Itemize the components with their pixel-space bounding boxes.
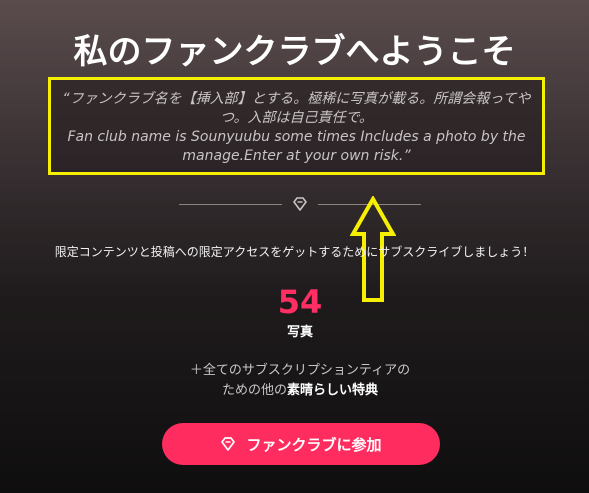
description-line: つ。入部は自己責任で。 [220,110,373,126]
join-fan-club-button[interactable]: ファンクラブに参加 [162,423,440,465]
join-button-label: ファンクラブに参加 [246,435,382,454]
description-line: Fan club name is Sounyuubu some times In… [67,129,526,145]
page-title: 私のファンクラブへようこそ [73,32,516,72]
perks-line: ための他の素晴らしい特典 [0,379,589,398]
divider-left [179,204,282,205]
photo-count: 54 [277,283,323,321]
perks-prefix: ための他の [221,383,287,398]
photo-count-label: 写真 [286,325,313,340]
description-line: “ファンクラブ名を【挿入部】とする。極稀に写真が載る。所謂会報ってや [62,91,531,107]
subscribe-prompt: 限定コンテンツと投稿への限定アクセスをゲットするためにサブスクライブしましょう！ [54,245,535,259]
perks-highlight: 素晴らしい特典 [287,383,379,398]
fan-club-description: “ファンクラブ名を【挿入部】とする。極稀に写真が載る。所謂会報ってや つ。入部は… [48,77,545,175]
diamond-icon [221,437,236,451]
perks-line: ＋全てのサブスクリプションティアの [189,363,411,378]
description-line: manage.Enter at your own risk.” [182,148,411,164]
diamond-icon [293,197,307,211]
